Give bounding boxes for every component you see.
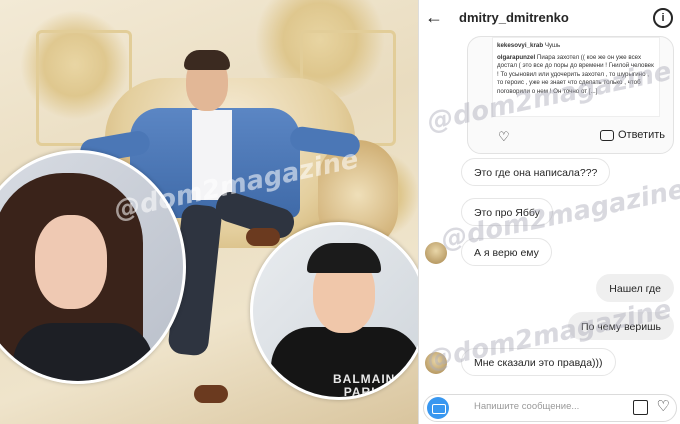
man-hair	[184, 50, 230, 70]
message-bubble-own[interactable]: По чему веришь	[567, 312, 674, 340]
message-composer[interactable]: Напишите сообщение... ♡	[423, 394, 677, 422]
comment-username: kekesovyi_krab	[497, 42, 544, 49]
message-bubble[interactable]: Это про Яббу	[461, 198, 553, 226]
chat-header: ← dmitry_dmitrenko i	[419, 0, 680, 36]
shared-post[interactable]: kekesovyi_krab Чушь olgarapunzel Пиара з…	[467, 36, 674, 154]
man-shoe	[194, 385, 228, 403]
heart-icon[interactable]: ♡	[657, 398, 670, 416]
woman-face	[35, 215, 107, 309]
comment-text: Чушь	[544, 42, 561, 49]
guy-cap	[307, 243, 381, 273]
reply-button[interactable]: Ответить	[599, 129, 665, 141]
guy-shirt-print: BALMAIN PARIS	[333, 372, 396, 399]
man-shirt	[192, 110, 232, 200]
info-icon[interactable]: i	[653, 8, 673, 28]
guy-portrait: BALMAIN PARIS	[250, 222, 418, 400]
avatar[interactable]	[425, 242, 447, 264]
message-bubble[interactable]: Это где она написала???	[461, 158, 611, 186]
photo-collage: BALMAIN PARIS @dom2magazine	[0, 0, 418, 424]
message-bubble[interactable]: Мне сказали это правда)))	[461, 348, 616, 376]
reply-label: Ответить	[617, 129, 665, 141]
chat-username[interactable]: dmitry_dmitrenko	[459, 10, 569, 25]
avatar[interactable]	[425, 352, 447, 374]
camera-icon[interactable]	[427, 397, 449, 419]
arrow-left-icon[interactable]: ←	[425, 7, 443, 28]
message-bubble[interactable]: А я верю ему	[461, 238, 552, 266]
message-bubble-own[interactable]: Нашел где	[596, 274, 674, 302]
gallery-icon[interactable]	[633, 400, 648, 415]
camera-icon	[599, 129, 614, 141]
man-shoe	[246, 228, 280, 246]
message-input[interactable]: Напишите сообщение...	[474, 401, 579, 412]
instagram-direct-panel: ← dmitry_dmitrenko i kekesovyi_krab Чушь…	[418, 0, 680, 424]
shared-post-content: kekesovyi_krab Чушь olgarapunzel Пиара з…	[492, 37, 660, 117]
woman-body	[13, 323, 153, 381]
heart-icon[interactable]: ♡	[498, 129, 510, 145]
comment-username: olgarapunzel	[497, 53, 536, 61]
